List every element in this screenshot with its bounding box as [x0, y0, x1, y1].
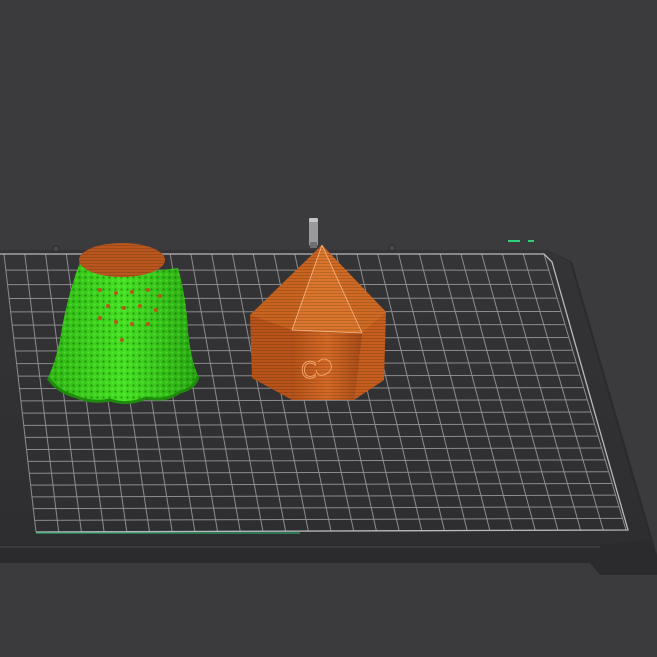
bed-screw-right	[388, 244, 396, 252]
bed-screw-left	[52, 245, 60, 253]
nozzle-peg	[309, 218, 318, 248]
green-model-hole	[114, 291, 118, 295]
green-model-hole	[120, 338, 124, 342]
3d-viewport[interactable]: C	[0, 0, 657, 657]
orange-model-emboss: C	[301, 359, 316, 384]
green-model-hole	[106, 304, 110, 308]
green-model-hole	[122, 306, 126, 310]
green-model-hole	[158, 294, 162, 298]
green-model-hole	[146, 322, 150, 326]
green-model-hole	[98, 288, 102, 292]
green-model-hole	[146, 288, 150, 292]
green-model-hole	[130, 290, 134, 294]
bed-origin-marker-2	[528, 240, 534, 242]
green-model-hole	[154, 308, 158, 312]
green-model-hole	[114, 320, 118, 324]
bed-origin-marker	[508, 240, 520, 242]
green-model-hole	[130, 322, 134, 326]
scene-canvas[interactable]: C	[0, 0, 657, 657]
green-model-top-lines	[79, 243, 165, 277]
green-model-hole	[98, 316, 102, 320]
green-model-hole	[138, 304, 142, 308]
